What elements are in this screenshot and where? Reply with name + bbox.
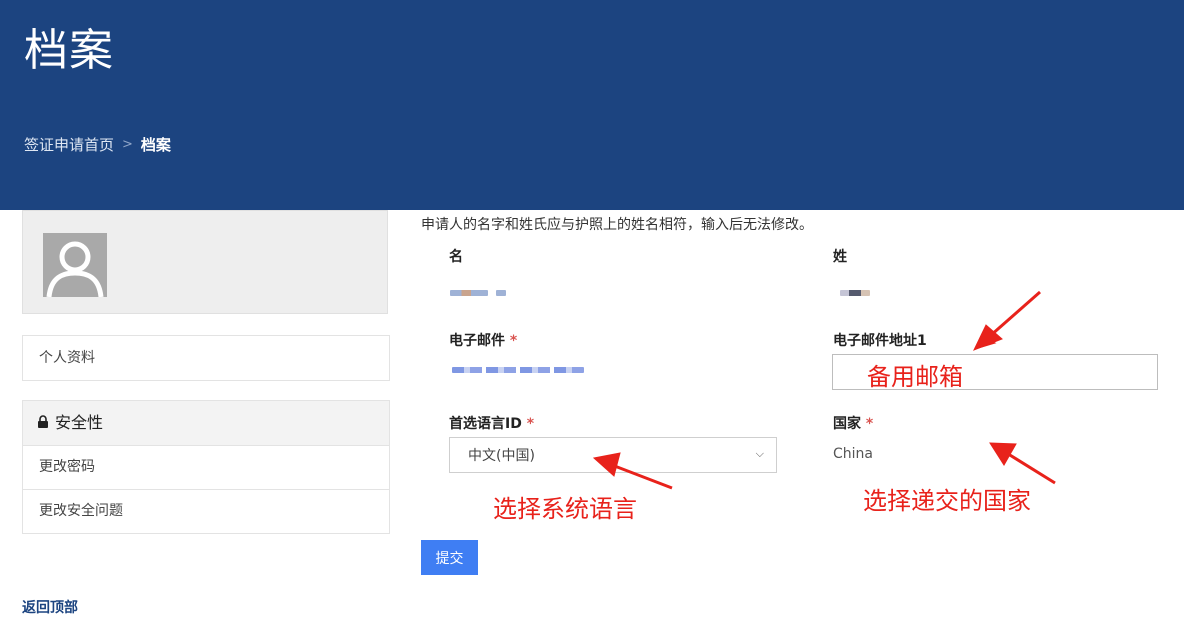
back-to-top-link[interactable]: 返回顶部 — [22, 597, 78, 617]
avatar-panel — [22, 210, 388, 314]
breadcrumb-separator: > — [122, 137, 133, 152]
profile-menu: 个人资料 — [22, 335, 390, 381]
lock-icon — [37, 401, 49, 445]
annotation-language: 选择系统语言 — [493, 495, 637, 523]
security-section-header: 安全性 — [23, 401, 389, 445]
required-mark: * — [526, 416, 535, 432]
page-header: 档案 签证申请首页 > 档案 — [0, 0, 1184, 210]
language-select[interactable]: 中文(中国) ⌵ — [449, 437, 777, 473]
email2-label: 电子邮件地址1 — [833, 333, 927, 349]
sidebar-item-change-password[interactable]: 更改密码 — [23, 445, 389, 489]
country-label-text: 国家 — [833, 416, 861, 432]
name-notice: 申请人的名字和姓氏应与护照上的姓名相符，输入后无法修改。 — [421, 217, 813, 233]
first-name-label: 名 — [449, 249, 463, 265]
last-name-label: 姓 — [833, 249, 847, 265]
submit-button[interactable]: 提交 — [421, 540, 478, 575]
last-name-value-redacted — [840, 290, 870, 296]
sidebar-item-change-security-question[interactable]: 更改安全问题 — [23, 489, 389, 533]
required-mark: * — [509, 333, 518, 349]
arrow-icon — [989, 442, 1056, 485]
country-label: 国家 * — [833, 413, 873, 433]
user-avatar-icon — [43, 233, 107, 297]
breadcrumb-home-link[interactable]: 签证申请首页 — [24, 134, 114, 155]
sidebar-item-profile[interactable]: 个人资料 — [23, 336, 389, 380]
arrow-icon — [972, 290, 1041, 351]
annotation-country: 选择递交的国家 — [863, 487, 1031, 515]
email-label: 电子邮件 * — [449, 330, 517, 350]
language-label-text: 首选语言ID — [449, 416, 522, 432]
security-menu: 安全性 更改密码 更改安全问题 — [22, 400, 390, 534]
email-label-text: 电子邮件 — [449, 333, 505, 349]
required-mark: * — [865, 416, 874, 432]
language-label: 首选语言ID * — [449, 413, 534, 433]
breadcrumb: 签证申请首页 > 档案 — [24, 134, 171, 155]
annotation-email2: 备用邮箱 — [867, 363, 963, 391]
page-title: 档案 — [24, 25, 114, 76]
breadcrumb-current: 档案 — [140, 136, 171, 154]
country-value: China — [833, 446, 873, 462]
chevron-down-icon: ⌵ — [755, 447, 764, 460]
security-label: 安全性 — [55, 413, 104, 432]
language-selected-value: 中文(中国) — [468, 448, 535, 464]
